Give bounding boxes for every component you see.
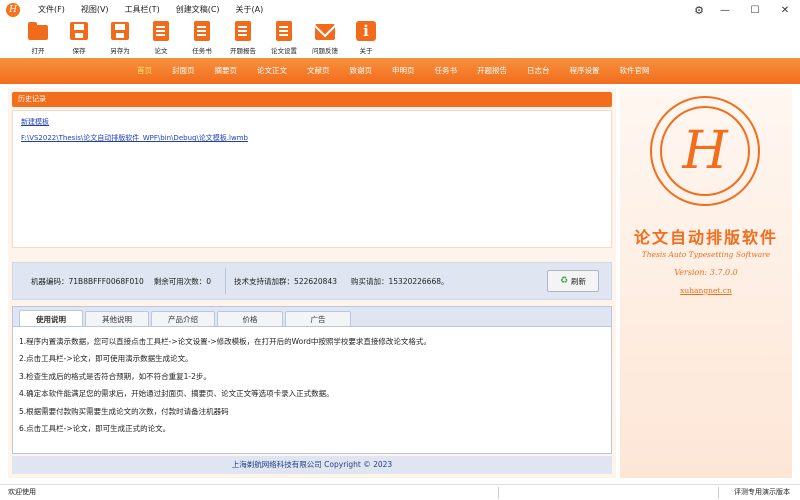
proposal-button[interactable]: 开题报告 <box>223 20 263 55</box>
menu-view[interactable]: 视图(V) <box>73 0 117 20</box>
task-book-button[interactable]: 任务书 <box>182 20 222 55</box>
menu-about[interactable]: 关于(A) <box>228 0 272 20</box>
document-icon <box>192 20 212 42</box>
open-button[interactable]: 打开 <box>18 20 58 55</box>
remaining-count: 剩余可用次数：0 <box>153 276 212 286</box>
history-header: 历史记录 <box>12 92 612 107</box>
step-3: 3.检查生成后的格式是否符合预期，如不符合重复1-2步。 <box>19 371 211 381</box>
step-6: 6.点击工具栏->论文，即可生成正式的论文。 <box>19 424 171 434</box>
minimize-button[interactable]: — <box>710 0 740 20</box>
refresh-button[interactable]: ♻ 刷新 <box>547 270 599 292</box>
status-welcome: 欢迎使用 <box>8 488 36 496</box>
app-logo: H <box>6 3 20 17</box>
thesis-settings-label: 论文设置 <box>271 47 297 55</box>
document-icon <box>151 20 171 42</box>
history-list: 新建模板 F:\VS2022\Thesis\论文自动排版软件_WPF\bin\D… <box>12 110 612 248</box>
proposal-label: 开题报告 <box>230 47 256 55</box>
nav-references[interactable]: 文献页 <box>297 58 340 84</box>
info-icon: i <box>356 20 376 42</box>
nav-bar: 首页 封面页 摘要页 论文正文 文献页 致谢页 申明页 任务书 开题报告 日志台… <box>0 58 800 84</box>
nav-home[interactable]: 首页 <box>127 58 162 84</box>
copyright-footer: 上海剃航网络科技有限公司 Copyright © 2023 <box>12 456 612 474</box>
brand-logo: H <box>650 96 760 206</box>
refresh-icon: ♻ <box>559 276 569 286</box>
nav-task-book[interactable]: 任务书 <box>425 58 468 84</box>
nav-log[interactable]: 日志台 <box>517 58 560 84</box>
tab-price[interactable]: 价格 <box>217 311 283 327</box>
nav-proposal[interactable]: 开题报告 <box>467 58 517 84</box>
thesis-settings-button[interactable]: 论文设置 <box>264 20 304 55</box>
step-2: 2.点击工具栏->论文，即可使用演示数据生成论文。 <box>19 354 193 364</box>
save-button[interactable]: 保存 <box>59 20 99 55</box>
step-1: 1.程序内置演示数据，您可以直接点击工具栏->论文设置->修改模板，在打开后的W… <box>19 337 431 346</box>
brand-monogram: H <box>660 106 750 196</box>
license-info-bar: 机器编码：71B8BFFF0068F010 剩余可用次数：0 技术支持请加群：5… <box>12 262 612 300</box>
brand-name-cn: 论文自动排版软件 <box>633 228 778 247</box>
nav-settings[interactable]: 程序设置 <box>560 58 610 84</box>
nav-declaration[interactable]: 申明页 <box>382 58 425 84</box>
mail-icon <box>315 20 335 42</box>
usage-instructions: 1.程序内置演示数据，您可以直接点击工具栏->论文设置->修改模板，在打开后的W… <box>12 326 612 454</box>
status-divider <box>718 487 719 499</box>
maximize-button[interactable]: ☐ <box>740 0 770 20</box>
save-as-icon <box>110 20 130 42</box>
title-bar: H 文件(F) 视图(V) 工具栏(T) 创建文稿(C) 关于(A) ⚙ — ☐… <box>0 0 800 20</box>
info-divider <box>225 268 227 294</box>
menu-file[interactable]: 文件(F) <box>30 0 73 20</box>
menu-create[interactable]: 创建文稿(C) <box>168 0 228 20</box>
save-label: 保存 <box>72 47 86 55</box>
history-item-template-path[interactable]: F:\VS2022\Thesis\论文自动排版软件_WPF\bin\Debug\… <box>21 133 603 143</box>
close-button[interactable]: ✕ <box>770 0 800 20</box>
history-item-new-template[interactable]: 新建模板 <box>21 117 603 127</box>
tab-ads[interactable]: 广告 <box>285 311 351 327</box>
step-4: 4.确定本软件能满足您的需求后，开始通过封面页、摘要页、论文正文等选项卡录入正式… <box>19 389 334 399</box>
brand-panel: H 论文自动排版软件 Thesis Auto Typesetting Softw… <box>620 88 792 478</box>
tab-other[interactable]: 其他说明 <box>85 311 149 327</box>
save-as-label: 另存为 <box>110 47 130 55</box>
save-as-button[interactable]: 另存为 <box>100 20 140 55</box>
status-edition: 评测专用演示版本 <box>734 488 790 496</box>
menu-toolbar[interactable]: 工具栏(T) <box>117 0 168 20</box>
gear-icon[interactable]: ⚙ <box>688 0 710 20</box>
feedback-label: 问题反馈 <box>312 47 338 55</box>
about-button[interactable]: i 关于 <box>346 20 386 55</box>
thesis-label: 论文 <box>154 47 168 55</box>
support-group: 技术支持请加群：522620843 <box>234 276 337 286</box>
open-label: 打开 <box>31 47 45 55</box>
thesis-button[interactable]: 论文 <box>141 20 181 55</box>
tab-product[interactable]: 产品介绍 <box>151 311 215 327</box>
document-icon <box>233 20 253 42</box>
tab-strip: 使用说明 其他说明 产品介绍 价格 广告 <box>12 306 612 327</box>
status-bar: 欢迎使用 评测专用演示版本 <box>0 484 800 500</box>
status-divider <box>498 487 499 499</box>
task-book-label: 任务书 <box>192 47 212 55</box>
purchase-contact: 购买请加：15320226668。 <box>351 276 449 286</box>
feedback-button[interactable]: 问题反馈 <box>305 20 345 55</box>
nav-abstract[interactable]: 摘要页 <box>205 58 248 84</box>
brand-website-link[interactable]: xuhangnet.cn <box>620 286 792 295</box>
document-icon <box>274 20 294 42</box>
tab-usage[interactable]: 使用说明 <box>19 310 83 327</box>
about-label: 关于 <box>359 47 373 55</box>
toolbar: 打开 保存 另存为 论文 任务书 开题报告 论文设置 问题反馈 i 关于 <box>0 20 800 58</box>
nav-body[interactable]: 论文正文 <box>247 58 297 84</box>
brand-name-en: Thesis Auto Typesetting Software <box>641 250 771 259</box>
main-content: 历史记录 新建模板 F:\VS2022\Thesis\论文自动排版软件_WPF\… <box>8 88 616 478</box>
menu-bar: 文件(F) 视图(V) 工具栏(T) 创建文稿(C) 关于(A) <box>30 0 271 20</box>
nav-cover[interactable]: 封面页 <box>162 58 205 84</box>
brand-version: Version: 3.7.0.0 <box>674 268 738 277</box>
nav-website[interactable]: 软件官网 <box>610 58 660 84</box>
nav-acknowledgement[interactable]: 致谢页 <box>340 58 383 84</box>
refresh-label: 刷新 <box>571 276 587 286</box>
window-controls: ⚙ — ☐ ✕ <box>688 0 800 20</box>
folder-icon <box>28 20 48 42</box>
machine-code: 机器编码：71B8BFFF0068F010 <box>31 276 144 286</box>
help-tabs: 使用说明 其他说明 产品介绍 价格 广告 1.程序内置演示数据，您可以直接点击工… <box>12 306 612 454</box>
save-icon <box>69 20 89 42</box>
step-5: 5.根据需要付款购买需要生成论文的次数，付款时请备注机器码 <box>19 406 229 416</box>
